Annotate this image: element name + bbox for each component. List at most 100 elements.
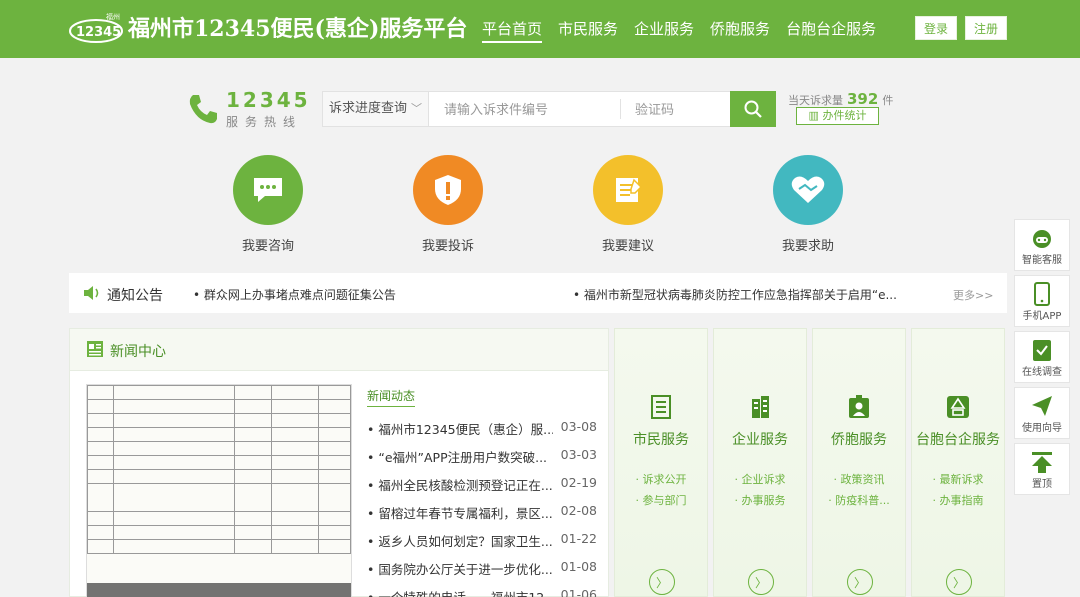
notice-item-link[interactable]: • 群众网上办事堵点难点问题征集公告 [193,286,396,303]
mobile-app-button[interactable]: 手机APP [1014,275,1070,327]
arrow-up-icon [1015,449,1069,475]
card-title: 企业服务 [732,432,788,448]
complaint-label: 我要投诉 [421,239,474,254]
nav-taiwan[interactable]: 台胞台企服务 [786,18,876,43]
today-count-label: 当天诉求量 [788,94,843,107]
news-item[interactable]: • 福州市12345便民（惠企）服... 03-08 [367,419,597,447]
captcha-input[interactable] [620,99,728,119]
help-label: 我要求助 [781,239,834,254]
news-item[interactable]: • 国务院办公厅关于进一步优化... 01-08 [367,559,597,587]
user-guide-button[interactable]: 使用向导 [1014,387,1070,439]
newspaper-icon [87,341,103,357]
news-item[interactable]: • 福州全民核酸检测预登记正在... 02-19 [367,475,597,503]
nav-overseas[interactable]: 侨胞服务 [710,18,770,43]
nav-citizen[interactable]: 市民服务 [558,18,618,43]
arrow-right-icon[interactable]: 〉 [649,569,675,595]
news-header: 新闻中心 [70,329,608,371]
card-link[interactable]: · 企业诉求 [714,469,806,490]
news-item-title: • 国务院办公厅关于进一步优化... [367,562,553,577]
notice-bar: 通知公告 • 群众网上办事堵点难点问题征集公告 • 福州市新型冠状病毒肺炎防控工… [69,273,1007,313]
mobile-icon [1015,281,1069,307]
taiwan-icon [912,395,1004,421]
mobile-app-label: 手机APP [1022,311,1062,322]
news-list: • 福州市12345便民（惠企）服... 03-08 • “e福州”APP注册用户… [367,419,597,597]
news-item-date: 01-22 [560,531,597,546]
news-item-date: 02-08 [560,503,597,518]
notice-more-link[interactable]: 更多>> [953,287,993,303]
news-center: 新闻中心 新闻动态 • 福州市12345便民（惠企）服... 03-08 • “e… [69,328,609,597]
card-link[interactable]: · 防疫科普... [813,490,905,511]
svg-text:12345: 12345 [76,25,121,40]
card-link[interactable]: · 办事服务 [714,490,806,511]
news-item-title: • “e福州”APP注册用户数突破... [367,450,548,465]
news-item-date: 01-08 [560,559,597,574]
login-button[interactable]: 登录 [915,16,957,40]
card-link[interactable]: · 参与部门 [615,490,707,511]
search-type-select[interactable]: 诉求进度查询 ﹀ [323,92,429,126]
today-count-text: 当天诉求量 392 件 [788,90,893,108]
online-survey-label: 在线调查 [1022,367,1062,378]
news-item[interactable]: • 一个特殊的电话——福州市12... 01-06 [367,587,597,597]
card-link[interactable]: · 政策资讯 [813,469,905,490]
news-subtitle[interactable]: 新闻动态 [367,387,416,407]
news-item-date: 03-03 [560,447,597,462]
arrow-right-icon[interactable]: 〉 [748,569,774,595]
user-guide-label: 使用向导 [1022,423,1062,434]
card-links: · 企业诉求 · 办事服务 [714,469,806,511]
statistics-label: 办件统计 [822,109,867,122]
nav-enterprise[interactable]: 企业服务 [634,18,694,43]
news-item-title: • 留榕过年春节专属福利，景区... [367,506,553,521]
card-links: · 诉求公开 · 参与部门 [615,469,707,511]
document-thumbnail [87,385,351,554]
heart-hands-icon [773,155,843,225]
news-item-title: • 福州全民核酸检测预登记正在... [367,478,553,493]
shield-alert-icon [413,155,483,225]
site-title[interactable]: 福州市12345便民(惠企)服务平台 [128,11,467,43]
card-links: · 最新诉求 · 办事指南 [912,469,1004,511]
search-icon [744,100,762,118]
back-to-top-button[interactable]: 置顶 [1014,443,1070,495]
statistics-button[interactable]: ▥ 办件统计 [796,107,879,125]
back-to-top-label: 置顶 [1032,479,1052,490]
suggestion-label: 我要建议 [601,239,654,254]
news-item[interactable]: • 返乡人员如何划定？国家卫生... 01-22 [367,531,597,559]
case-number-input[interactable] [430,92,620,126]
suggestion-service[interactable]: 我要建议 [583,155,673,254]
complaint-service[interactable]: 我要投诉 [403,155,493,254]
enterprise-service-card[interactable]: 企业服务 · 企业诉求 · 办事服务 〉 [713,328,807,597]
clipboard-check-icon [1015,337,1069,363]
online-survey-button[interactable]: 在线调查 [1014,331,1070,383]
news-image[interactable] [86,384,352,597]
taiwan-service-card[interactable]: 台胞台企服务 · 最新诉求 · 办事指南 〉 [911,328,1005,597]
customer-service-button[interactable]: 智能客服 [1014,219,1070,271]
citizen-service-card[interactable]: 市民服务 · 诉求公开 · 参与部门 〉 [614,328,708,597]
news-title[interactable]: 新闻中心 [110,341,166,361]
help-service[interactable]: 我要求助 [763,155,853,254]
register-button[interactable]: 注册 [965,16,1007,40]
consult-service[interactable]: 我要咨询 [223,155,313,254]
overseas-service-card[interactable]: 侨胞服务 · 政策资讯 · 防疫科普... 〉 [812,328,906,597]
news-item[interactable]: • 留榕过年春节专属福利，景区... 02-08 [367,503,597,531]
arrow-right-icon[interactable]: 〉 [847,569,873,595]
nav-home[interactable]: 平台首页 [482,18,543,43]
card-links: · 政策资讯 · 防疫科普... [813,469,905,511]
building-icon [714,395,806,421]
arrow-right-icon[interactable]: 〉 [946,569,972,595]
notice-item-link[interactable]: • 福州市新型冠状病毒肺炎防控工作应急指挥部关于启用“e... [573,286,897,303]
card-link[interactable]: · 办事指南 [912,490,1004,511]
notice-title: 通知公告 [107,288,163,304]
search-button[interactable] [730,91,776,127]
svg-text:福州: 福州 [106,12,120,21]
main-nav: 平台首页 市民服务 企业服务 侨胞服务 台胞台企服务 [482,18,892,43]
card-title: 台胞台企服务 [916,432,1000,448]
card-link[interactable]: · 最新诉求 [912,469,1004,490]
chat-icon [233,155,303,225]
news-item-title: • 返乡人员如何划定？国家卫生... [367,534,553,549]
news-item[interactable]: • “e福州”APP注册用户数突破... 03-03 [367,447,597,475]
search-bar: 诉求进度查询 ﹀ [322,91,776,127]
floating-toolbar: 智能客服 手机APP 在线调查 使用向导 置顶 [1014,219,1070,499]
search-type-label: 诉求进度查询 [329,101,408,116]
logo-icon: 12345 福州 [69,12,123,43]
card-link[interactable]: · 诉求公开 [615,469,707,490]
customer-service-label: 智能客服 [1022,255,1062,266]
